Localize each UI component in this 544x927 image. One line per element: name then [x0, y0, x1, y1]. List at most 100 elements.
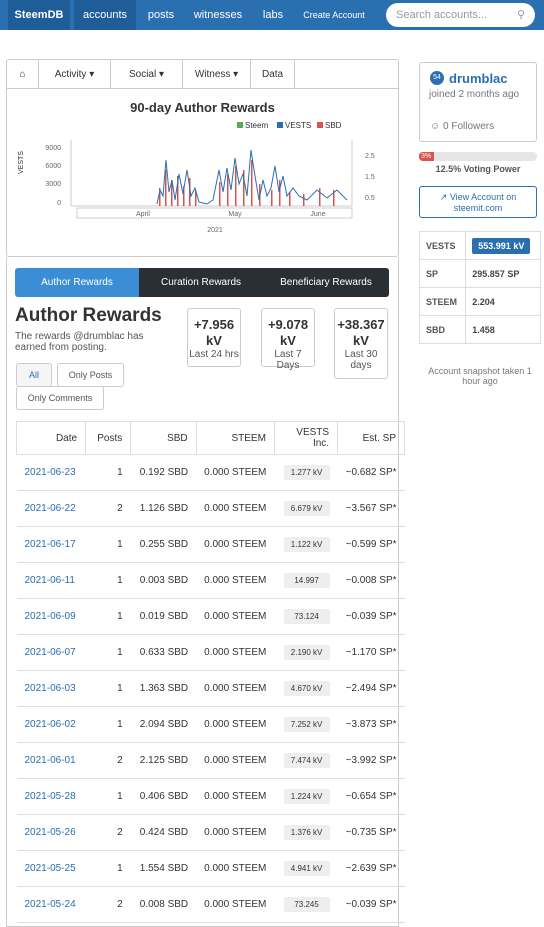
balance-value: 295.857 SP	[465, 259, 541, 288]
table-row: 2021-06-07 1 0.633 SBD 0.000 STEEM 2.190 kV ~…	[16, 634, 405, 671]
search-input[interactable]: Search accounts... ⚲	[386, 3, 535, 27]
date-link[interactable]: 2021-06-17	[16, 526, 86, 563]
sbd-cell: 2.125 SBD	[130, 742, 197, 779]
vests-cell: 1.122 kV	[274, 526, 338, 563]
col-sbd[interactable]: SBD	[130, 421, 197, 455]
posts-cell: 1	[85, 526, 131, 563]
date-link[interactable]: 2021-06-22	[16, 490, 86, 527]
balance-value: 1.458	[465, 315, 541, 344]
date-link[interactable]: 2021-06-01	[16, 742, 86, 779]
search-icon[interactable]: ⚲	[517, 3, 525, 27]
ytick-9000: 9000	[45, 145, 61, 152]
filter-all[interactable]: All	[16, 363, 52, 387]
xtick-may: May	[228, 211, 242, 218]
posts-cell: 2	[85, 490, 131, 527]
balance-label: VESTS	[418, 231, 467, 260]
est-sp-cell: ~0.008 SP*	[337, 562, 405, 599]
ytick-0: 0	[57, 200, 61, 207]
posts-cell: 1	[85, 598, 131, 635]
col-steem[interactable]: STEEM	[195, 421, 275, 455]
steem-cell: 0.000 STEEM	[196, 742, 275, 779]
est-sp-cell: ~0.654 SP*	[337, 778, 405, 815]
date-link[interactable]: 2021-06-03	[16, 670, 86, 707]
date-link[interactable]: 2021-06-11	[16, 562, 86, 599]
tab-social[interactable]: Social ▾	[111, 60, 183, 89]
vests-cell: 73.124	[274, 598, 338, 635]
snapshot-note: Account snapshot taken 1 hour ago	[428, 366, 532, 386]
filter-only-comments[interactable]: Only Comments	[16, 386, 104, 410]
est-sp-cell: ~0.039 SP*	[337, 598, 405, 635]
col-est-sp[interactable]: Est. SP	[337, 421, 405, 455]
vests-cell: 73.245	[274, 886, 338, 923]
balance-row: VESTS 553.991 kV	[418, 231, 541, 260]
view-account-button[interactable]: ↗ View Account on steemit.com	[419, 186, 537, 218]
table-row: 2021-06-01 2 2.125 SBD 0.000 STEEM 7.474 kV ~…	[16, 742, 405, 779]
rewards-table: Date Posts SBD STEEM VESTS Inc. Est. SP …	[15, 421, 405, 923]
posts-cell: 1	[85, 850, 131, 887]
date-link[interactable]: 2021-06-02	[16, 706, 86, 743]
page-title: Author Rewards	[15, 305, 162, 326]
sbd-cell: 0.192 SBD	[130, 454, 197, 491]
col-date[interactable]: Date	[15, 421, 87, 455]
col-posts[interactable]: Posts	[85, 421, 132, 455]
sbd-cell: 0.008 SBD	[130, 886, 197, 923]
chart-svg: VESTS SBD / STEEM 9000 6000 3000 0 2.5 1…	[18, 140, 375, 234]
profile-card: 54 drumblac joined 2 months ago ☺ 0 Foll…	[419, 62, 537, 142]
nav-create-account[interactable]: Create Account	[298, 0, 370, 30]
filter-only-posts[interactable]: Only Posts	[57, 363, 124, 387]
date-link[interactable]: 2021-05-26	[16, 814, 86, 851]
est-sp-cell: ~2.494 SP*	[337, 670, 405, 707]
tab-beneficiary-rewards[interactable]: Beneficiary Rewards	[263, 268, 389, 297]
home-icon[interactable]: ⌂	[7, 60, 39, 89]
tab-author-rewards[interactable]: Author Rewards	[15, 268, 139, 297]
tab-activity[interactable]: Activity ▾	[39, 60, 111, 89]
posts-cell: 1	[85, 670, 131, 707]
nav-witnesses[interactable]: witnesses	[192, 0, 244, 30]
vests-cell: 14.997	[274, 562, 338, 599]
date-link[interactable]: 2021-06-23	[16, 454, 86, 491]
balance-label: SBD	[418, 315, 467, 344]
posts-cell: 2	[85, 886, 131, 923]
date-link[interactable]: 2021-05-28	[16, 778, 86, 815]
stat-30d: +38.367 kV Last 30 days	[334, 308, 388, 379]
vests-cell: 4.670 kV	[274, 670, 338, 707]
tab-curation-rewards[interactable]: Curation Rewards	[139, 268, 263, 297]
legend-steem: Steem	[237, 121, 268, 130]
table-row: 2021-06-09 1 0.019 SBD 0.000 STEEM 73.124 ~0.…	[16, 598, 405, 635]
nav-posts[interactable]: posts	[140, 0, 182, 30]
est-sp-cell: ~2.639 SP*	[337, 850, 405, 887]
table-row: 2021-06-23 1 0.192 SBD 0.000 STEEM 1.277 kV ~…	[16, 454, 405, 491]
est-sp-cell: ~3.567 SP*	[337, 490, 405, 527]
page-subtitle: The rewards @drumblac has earned from po…	[15, 331, 144, 353]
date-link[interactable]: 2021-06-07	[16, 634, 86, 671]
tab-witness[interactable]: Witness ▾	[183, 60, 251, 89]
voting-power-label: 12.5% Voting Power	[435, 164, 521, 174]
vests-cell: 1.224 kV	[274, 778, 338, 815]
table-row: 2021-05-25 1 1.554 SBD 0.000 STEEM 4.941 kV ~…	[16, 850, 405, 887]
balance-row: SBD 1.458	[418, 315, 541, 344]
stat-7d: +9.078 kV Last 7 Days	[261, 308, 315, 371]
nav-accounts[interactable]: accounts	[74, 0, 136, 30]
vests-cell: 7.474 kV	[274, 742, 338, 779]
table-row: 2021-05-26 2 0.424 SBD 0.000 STEEM 1.376 kV ~…	[16, 814, 405, 851]
col-vests[interactable]: VESTS Inc.	[273, 421, 339, 455]
date-link[interactable]: 2021-06-09	[16, 598, 86, 635]
table-row: 2021-05-24 2 0.008 SBD 0.000 STEEM 73.245 ~0.…	[16, 886, 405, 923]
date-link[interactable]: 2021-05-25	[16, 850, 86, 887]
nav-labs[interactable]: labs	[256, 0, 290, 30]
date-link[interactable]: 2021-05-24	[16, 886, 86, 923]
brand-link[interactable]: SteemDB	[8, 0, 70, 30]
table-row: 2021-06-22 2 1.126 SBD 0.000 STEEM 6.679 kV ~…	[16, 490, 405, 527]
steem-cell: 0.000 STEEM	[196, 562, 275, 599]
vests-cell: 1.277 kV	[274, 454, 338, 491]
profile-name[interactable]: drumblac	[449, 71, 508, 86]
balance-value: 2.204	[465, 287, 541, 316]
ytick-r-0.5: 0.5	[365, 195, 375, 202]
chart-title: 90-day Author Rewards	[130, 100, 275, 115]
ytick-3000: 3000	[45, 181, 61, 188]
balance-row: SP 295.857 SP	[418, 259, 541, 288]
ytick-r-2.5: 2.5	[365, 153, 375, 160]
followers-count: ☺ 0 Followers	[430, 121, 495, 132]
tab-data[interactable]: Data	[251, 60, 295, 89]
vests-cell: 2.190 kV	[274, 634, 338, 671]
